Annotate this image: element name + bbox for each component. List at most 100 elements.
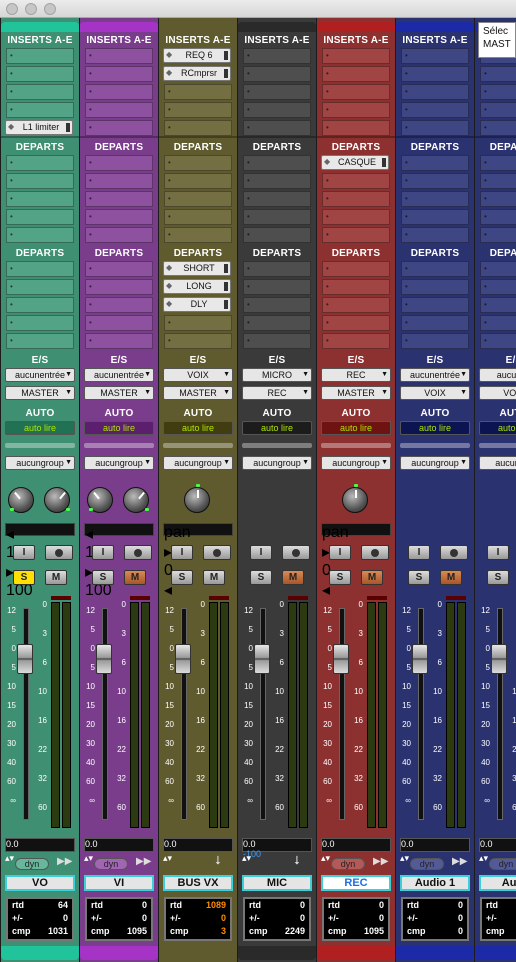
send-slot[interactable]: • <box>6 155 74 171</box>
send-slot[interactable]: • <box>401 297 469 313</box>
send-slot[interactable]: • <box>480 191 516 207</box>
insert-slot[interactable]: • <box>322 48 390 64</box>
insert-slot[interactable]: • <box>85 84 153 100</box>
output-selector[interactable]: MASTER ▼ <box>84 386 154 400</box>
input-selector[interactable]: aucunentrée ▼ <box>84 368 154 382</box>
send-slot[interactable]: • <box>401 191 469 207</box>
record-arm-button[interactable] <box>124 545 152 560</box>
send-slot[interactable]: • <box>6 173 74 189</box>
output-selector-popup[interactable]: Sélec MAST <box>478 22 516 58</box>
send-slot[interactable]: • <box>6 297 74 313</box>
track-name[interactable]: Audio 1 <box>400 875 470 891</box>
insert-slot[interactable]: • <box>480 66 516 82</box>
fast-forward-icon[interactable]: ▶▶ <box>373 856 388 867</box>
insert-slot[interactable]: • <box>480 102 516 118</box>
insert-slot[interactable]: ◆ REQ 6 <box>163 48 231 63</box>
send-slot[interactable]: • <box>6 227 74 243</box>
send-slot[interactable]: • <box>401 209 469 225</box>
pan-left-arrow-icon[interactable]: ◂ <box>6 524 74 544</box>
send-slot[interactable]: • <box>480 333 516 349</box>
send-slot[interactable]: • <box>6 333 74 349</box>
send-slot[interactable]: • <box>6 191 74 207</box>
group-selector[interactable]: aucungroup ▼ <box>163 456 233 470</box>
automation-mode-selector[interactable]: auto lire <box>400 421 470 435</box>
send-slot[interactable]: • <box>243 227 311 243</box>
volume-fader-cap[interactable] <box>17 644 33 674</box>
send-slot[interactable]: ◆ CASQUE <box>321 155 389 170</box>
send-slot[interactable]: • <box>6 315 74 331</box>
send-slot[interactable]: • <box>401 315 469 331</box>
send-slot[interactable]: • <box>322 173 390 189</box>
send-slot[interactable]: • <box>243 279 311 295</box>
send-slot[interactable]: • <box>480 297 516 313</box>
insert-slot[interactable]: • <box>85 48 153 64</box>
track-name[interactable]: Audi <box>479 875 516 891</box>
group-selector[interactable]: aucungroup ▼ <box>5 456 75 470</box>
input-selector[interactable]: aucunen▼ <box>479 368 516 382</box>
insert-slot[interactable]: • <box>85 120 153 136</box>
send-icon[interactable]: ◆ <box>324 157 330 166</box>
insert-slot[interactable]: • <box>401 84 469 100</box>
track-name[interactable]: VI <box>84 875 154 891</box>
insert-slot[interactable]: • <box>243 120 311 136</box>
insert-slot[interactable]: • <box>6 84 74 100</box>
automation-mode-selector[interactable]: auto lire <box>321 421 391 435</box>
insert-slot[interactable]: • <box>243 84 311 100</box>
record-arm-button[interactable] <box>440 545 468 560</box>
output-selector[interactable]: VOIX▼ <box>400 386 470 400</box>
insert-slot[interactable]: • <box>480 84 516 100</box>
group-selector[interactable]: aucungroup ▼ <box>400 456 470 470</box>
send-slot[interactable]: • <box>480 261 516 277</box>
send-slot[interactable]: • <box>401 227 469 243</box>
send-slot[interactable]: • <box>85 173 153 189</box>
mute-button[interactable]: M <box>282 570 304 585</box>
send-slot[interactable]: • <box>164 209 232 225</box>
group-selector[interactable]: aucungroup ▼ <box>321 456 391 470</box>
record-arm-button[interactable] <box>361 545 389 560</box>
track-name[interactable]: MIC <box>242 875 312 891</box>
close-window-button[interactable] <box>6 3 18 15</box>
send-slot[interactable]: • <box>322 315 390 331</box>
automation-mode-selector[interactable]: auto lire <box>479 421 516 435</box>
send-slot[interactable]: • <box>480 209 516 225</box>
send-slot[interactable]: ◆ SHORT <box>163 261 231 276</box>
solo-button[interactable]: S <box>13 570 35 585</box>
solo-button[interactable]: S <box>329 570 351 585</box>
volume-fader-cap[interactable] <box>412 644 428 674</box>
input-selector[interactable]: MICRO ▼ <box>242 368 312 382</box>
dynamics-button[interactable]: dyn <box>331 858 365 870</box>
group-selector[interactable]: aucungroup ▼ <box>84 456 154 470</box>
solo-button[interactable]: S <box>171 570 193 585</box>
insert-slot[interactable]: • <box>322 102 390 118</box>
volume-fader-cap[interactable] <box>96 644 112 674</box>
insert-bypass-icon[interactable]: ◆ <box>8 122 14 131</box>
mute-button[interactable]: M <box>440 570 462 585</box>
insert-bypass-icon[interactable]: ◆ <box>166 68 172 77</box>
send-slot[interactable]: • <box>164 173 232 189</box>
send-slot[interactable]: • <box>164 227 232 243</box>
output-selector[interactable]: MASTER ▼ <box>321 386 391 400</box>
dynamics-button[interactable]: dyn <box>94 858 128 870</box>
send-slot[interactable]: • <box>401 279 469 295</box>
send-slot[interactable]: • <box>480 279 516 295</box>
send-slot[interactable]: • <box>243 155 311 171</box>
solo-button[interactable]: S <box>92 570 114 585</box>
send-slot[interactable]: • <box>85 191 153 207</box>
volume-fader-cap[interactable] <box>175 644 191 674</box>
pan-knob[interactable] <box>342 484 368 513</box>
send-slot[interactable]: • <box>85 315 153 331</box>
send-slot[interactable]: • <box>243 191 311 207</box>
send-slot[interactable]: • <box>85 279 153 295</box>
send-slot[interactable]: • <box>480 315 516 331</box>
send-slot[interactable]: • <box>6 209 74 225</box>
record-arm-button[interactable] <box>45 545 73 560</box>
automation-mode-selector[interactable]: auto lire <box>5 421 75 435</box>
send-slot[interactable]: • <box>322 261 390 277</box>
output-selector[interactable]: MASTER ▼ <box>163 386 233 400</box>
send-slot[interactable]: • <box>85 227 153 243</box>
send-slot[interactable]: • <box>85 261 153 277</box>
output-selector[interactable]: REC ▼ <box>242 386 312 400</box>
send-slot[interactable]: • <box>322 333 390 349</box>
track-name[interactable]: VO <box>5 875 75 891</box>
insert-slot[interactable]: • <box>243 48 311 64</box>
